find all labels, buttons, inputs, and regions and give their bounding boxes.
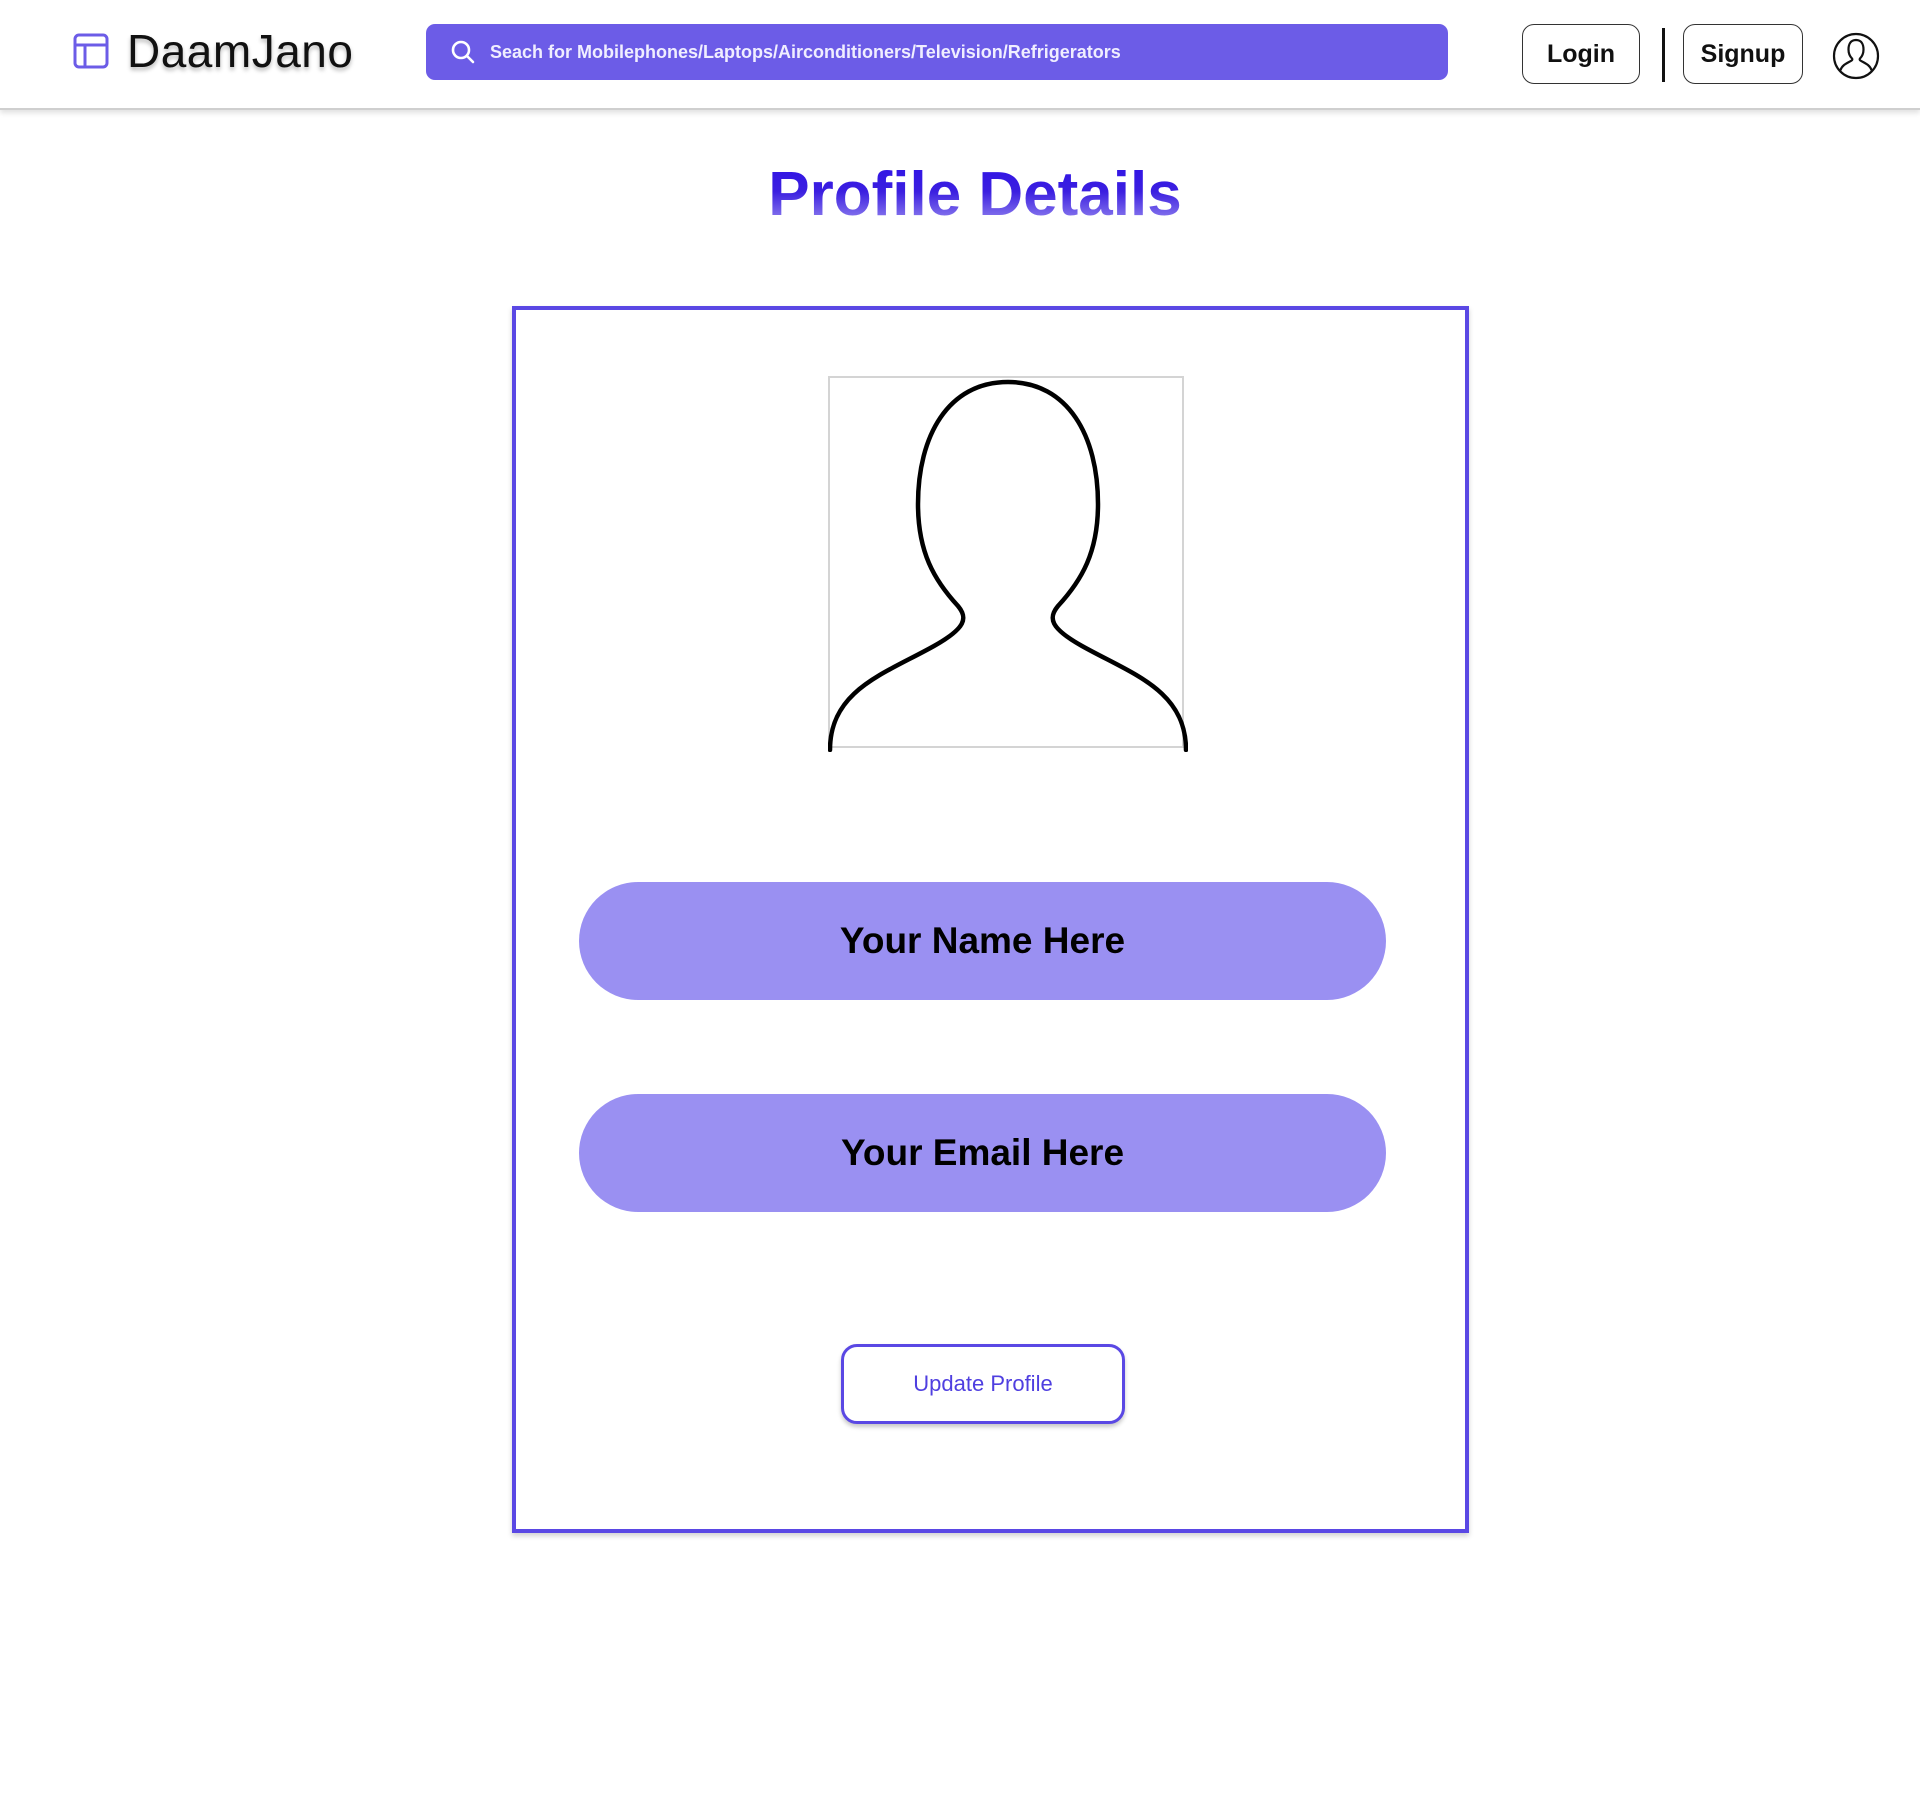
search-bar[interactable]: [426, 24, 1448, 80]
user-silhouette-icon: [828, 379, 1188, 752]
brand[interactable]: DaamJano: [72, 20, 353, 82]
update-profile-button[interactable]: Update Profile: [841, 1344, 1125, 1424]
search-icon[interactable]: [450, 39, 476, 65]
login-button[interactable]: Login: [1522, 24, 1640, 84]
avatar[interactable]: [828, 376, 1188, 752]
top-navbar: DaamJano Login Signup: [0, 0, 1920, 110]
nav-divider: [1662, 28, 1665, 82]
brand-name: DaamJano: [127, 25, 354, 77]
profile-card: Your Name Here Your Email Here Update Pr…: [512, 306, 1469, 1533]
email-field[interactable]: Your Email Here: [579, 1094, 1386, 1212]
layout-panel-icon: [72, 32, 110, 70]
signup-button[interactable]: Signup: [1683, 24, 1803, 84]
search-input[interactable]: [490, 24, 1448, 80]
page-title: Profile Details: [0, 160, 1920, 230]
name-field[interactable]: Your Name Here: [579, 882, 1386, 1000]
user-circle-icon[interactable]: [1832, 32, 1880, 80]
